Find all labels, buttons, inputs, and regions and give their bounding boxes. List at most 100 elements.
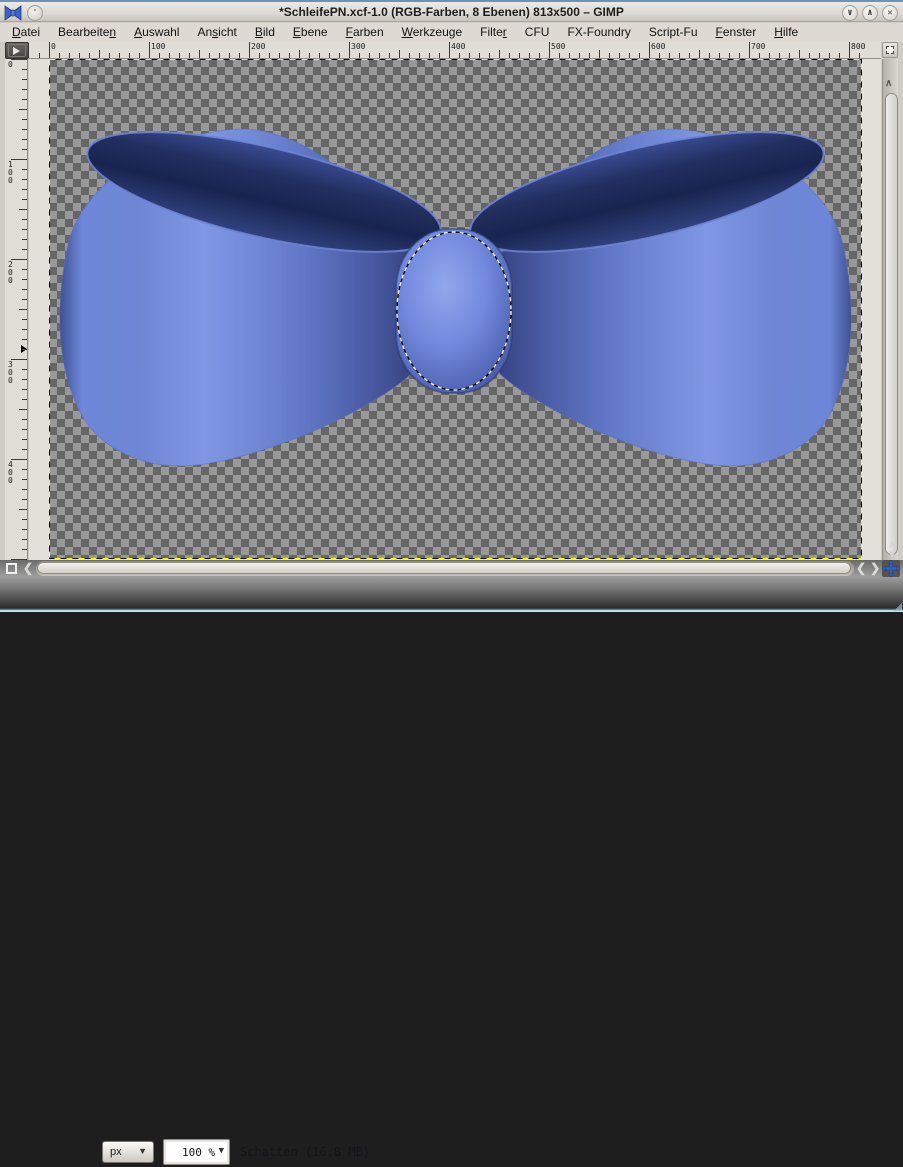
ruler-tick <box>859 53 860 58</box>
ruler-tick <box>569 53 570 58</box>
canvas-viewport[interactable] <box>29 59 881 560</box>
window-menu-button[interactable] <box>27 5 43 21</box>
scroll-left-icon[interactable]: ❮ <box>23 561 33 575</box>
ruler-tick <box>379 53 380 58</box>
ruler-tick <box>519 53 520 58</box>
ruler-tick <box>99 50 100 58</box>
chevron-down-icon: ▼ <box>138 1146 147 1156</box>
ruler-tick <box>79 53 80 58</box>
ruler-tick <box>559 53 560 58</box>
menu-item-ansicht[interactable]: Ansicht <box>188 23 245 42</box>
ruler-tick <box>22 79 27 80</box>
ruler-tick <box>22 399 27 400</box>
menu-item-fenster[interactable]: Fenster <box>707 23 766 42</box>
ruler-tick <box>389 53 390 58</box>
ruler-tick <box>11 459 27 460</box>
ruler-tick <box>22 169 27 170</box>
horizontal-ruler[interactable]: 0 100 200 300 400 500 600 700 800 <box>29 42 881 59</box>
vertical-ruler[interactable]: 0 100 200 300 400 <box>5 59 28 560</box>
menu-item-ebene[interactable]: Ebene <box>284 23 337 42</box>
scroll-down-icon[interactable]: ∨ <box>885 549 899 560</box>
close-button[interactable]: ✕ <box>882 5 898 21</box>
ruler-tick <box>22 69 27 70</box>
ruler-tick <box>789 53 790 58</box>
ruler-tick <box>22 269 27 270</box>
resize-grip-icon[interactable] <box>894 603 902 611</box>
window-controls: ∨ ∧ ✕ <box>842 5 898 21</box>
ruler-tick <box>169 53 170 58</box>
menu-item-fx-foundry[interactable]: FX-Foundry <box>558 23 639 42</box>
menu-item-cfu[interactable]: CFU <box>516 23 559 42</box>
ruler-label: 200 <box>8 260 13 285</box>
ruler-tick <box>11 359 27 360</box>
ruler-tick <box>22 149 27 150</box>
ruler-label: 800 <box>851 42 866 51</box>
ruler-tick <box>819 53 820 58</box>
ruler-tick <box>279 53 280 58</box>
ruler-tick <box>239 53 240 58</box>
titlebar[interactable]: *SchleifePN.xcf-1.0 (RGB-Farben, 8 Ebene… <box>0 0 903 22</box>
menu-item-werkzeuge[interactable]: Werkzeuge <box>393 23 471 42</box>
zoom-dropdown[interactable]: 100 % ▼ <box>163 1139 230 1165</box>
ruler-tick <box>639 53 640 58</box>
vertical-scrollbar-track[interactable]: ∧ ∧ ∨ <box>882 59 898 560</box>
vertical-scrollbar-thumb[interactable] <box>885 93 898 555</box>
ruler-tick <box>22 279 27 280</box>
ruler-tick <box>549 42 550 58</box>
bow-image[interactable] <box>49 59 862 559</box>
unit-dropdown[interactable]: px ▼ <box>102 1141 154 1163</box>
ruler-tick <box>22 189 27 190</box>
zoom-follow-window-button[interactable] <box>882 42 898 58</box>
ruler-tick <box>22 449 27 450</box>
menu-item-filter[interactable]: Filter <box>471 23 516 42</box>
ruler-label: 0 <box>8 60 13 69</box>
scroll-up-icon[interactable]: ∧ <box>885 79 892 89</box>
quick-mask-toggle[interactable] <box>5 562 20 577</box>
ruler-tick <box>22 419 27 420</box>
ruler-tick <box>59 53 60 58</box>
unit-value: px <box>110 1146 122 1158</box>
scroll-down-buttons[interactable]: ∧ ∨ <box>885 540 899 560</box>
ruler-tick <box>209 53 210 58</box>
bow-left-loop <box>59 128 442 467</box>
horizontal-scrollbar-thumb[interactable] <box>37 562 851 574</box>
ruler-tick <box>89 53 90 58</box>
vertical-scrollbar: ∧ ∧ ∨ <box>881 42 899 560</box>
ruler-tick <box>579 53 580 58</box>
menubar: Datei Bearbeiten Auswahl Ansicht Bild Ebene Fa… <box>0 23 903 42</box>
ruler-tick <box>22 199 27 200</box>
scroll-left-icon[interactable]: ❮ <box>856 561 870 575</box>
ruler-tick <box>709 53 710 58</box>
navigation-cross-icon <box>881 559 901 578</box>
window-title: *SchleifePN.xcf-1.0 (RGB-Farben, 8 Ebene… <box>279 4 624 19</box>
ruler-tick <box>399 50 400 58</box>
menu-item-hilfe[interactable]: Hilfe <box>765 23 807 42</box>
app-bow-icon <box>4 5 22 21</box>
ruler-tick <box>22 489 27 490</box>
ruler-tick <box>11 259 27 260</box>
scroll-right-buttons[interactable]: ❮❯ <box>856 561 884 575</box>
menu-item-script-fu[interactable]: Script-Fu <box>640 23 707 42</box>
menu-item-farben[interactable]: Farben <box>337 23 393 42</box>
ruler-tick <box>409 53 410 58</box>
ruler-tick <box>329 53 330 58</box>
ruler-tick <box>439 53 440 58</box>
ruler-tick <box>39 53 40 58</box>
maximize-button[interactable]: ∧ <box>862 5 878 21</box>
menu-item-datei[interactable]: Datei <box>3 23 49 42</box>
horizontal-scrollbar-track[interactable] <box>36 561 854 576</box>
image-menu-button[interactable] <box>5 42 29 59</box>
menu-item-bearbeiten[interactable]: Bearbeiten <box>49 23 125 42</box>
ruler-tick <box>22 479 27 480</box>
ruler-label: 100 <box>151 42 166 51</box>
navigation-button[interactable] <box>881 559 901 578</box>
ruler-tick <box>729 53 730 58</box>
ruler-tick <box>22 469 27 470</box>
shade-button[interactable]: ∨ <box>842 5 858 21</box>
menu-item-bild[interactable]: Bild <box>246 23 284 42</box>
menu-item-auswahl[interactable]: Auswahl <box>125 23 188 42</box>
ruler-tick <box>759 53 760 58</box>
ruler-tick <box>849 42 850 58</box>
ruler-tick <box>149 42 150 58</box>
ruler-tick <box>369 53 370 58</box>
